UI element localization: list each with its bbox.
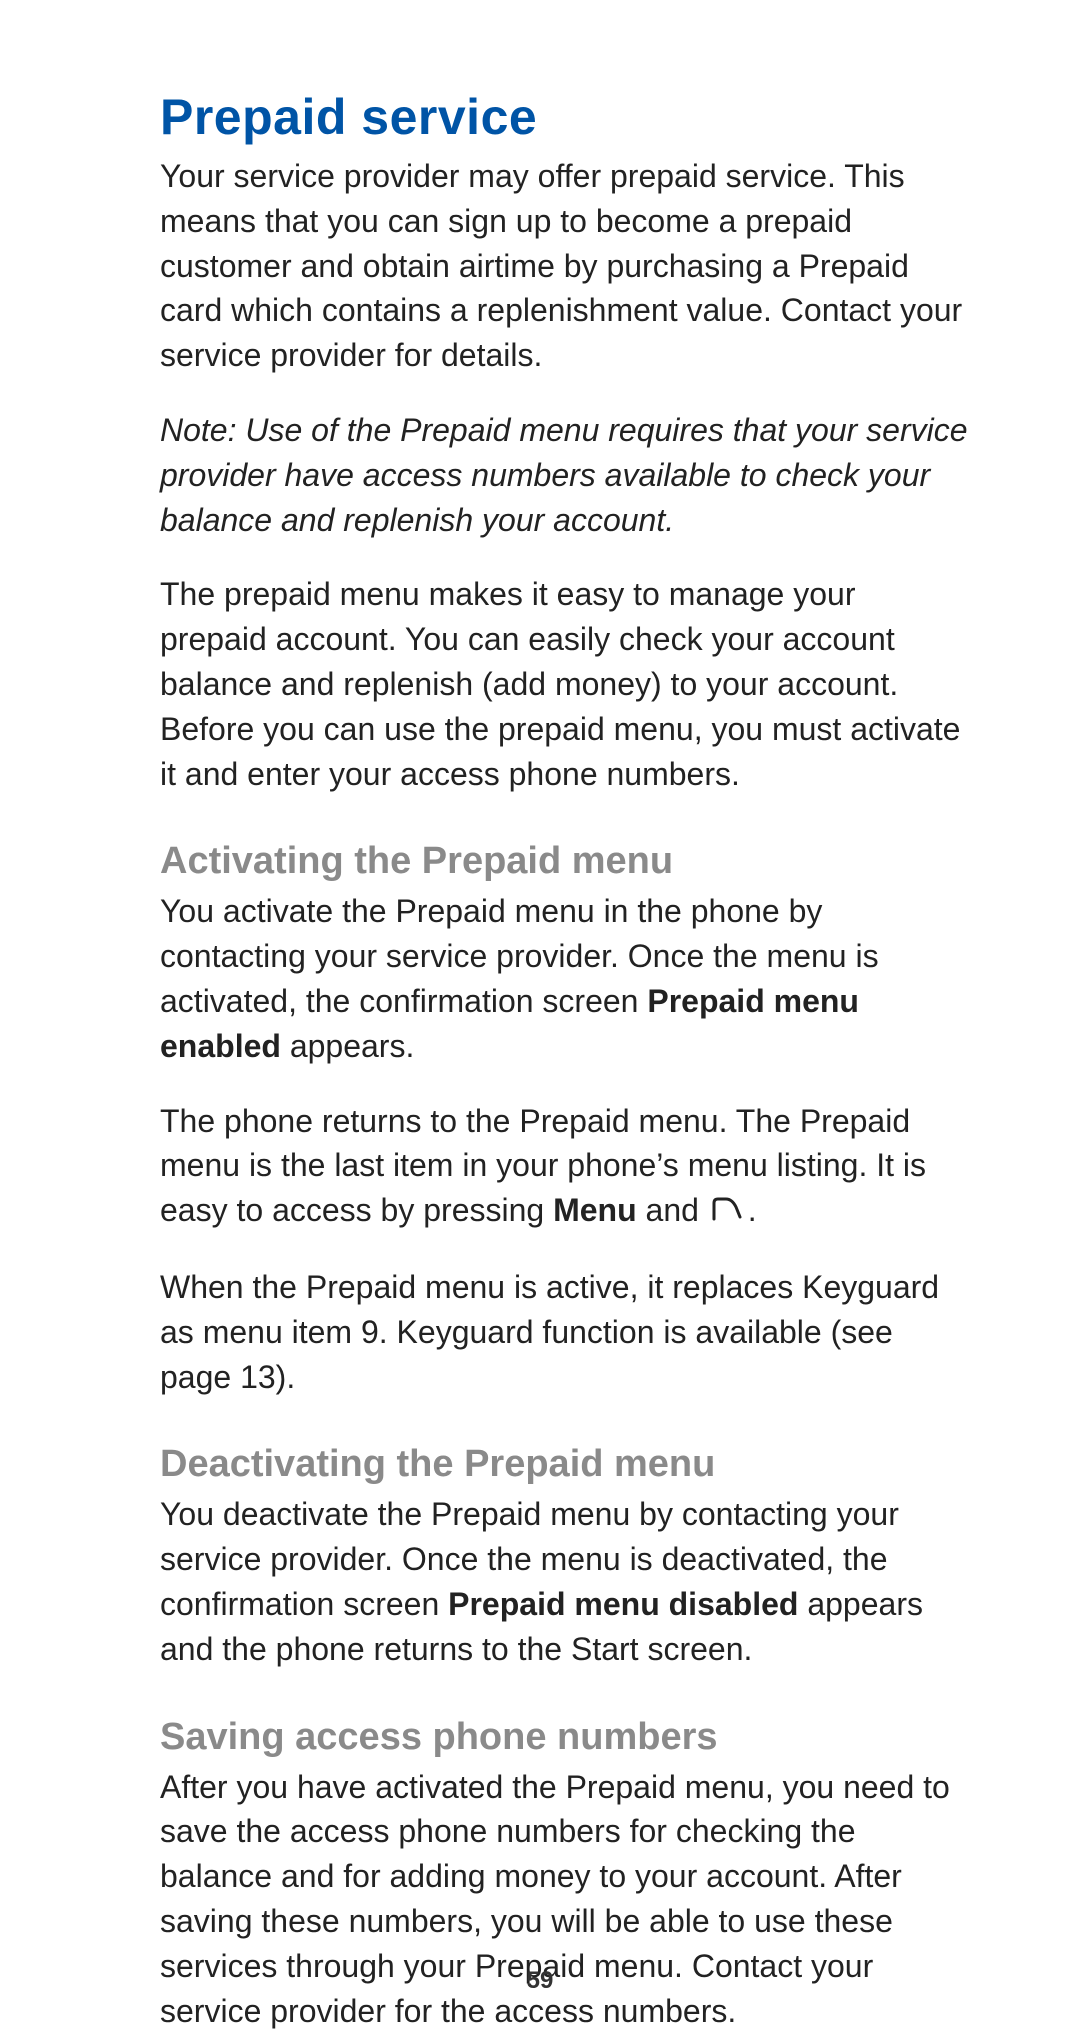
text: . [748,1192,757,1228]
activating-p1: You activate the Prepaid menu in the pho… [160,889,968,1068]
bold-text: Prepaid menu disabled [448,1586,798,1622]
heading-activating: Activating the Prepaid menu [160,840,968,883]
text: and [637,1192,708,1228]
deactivating-p1: You deactivate the Prepaid menu by conta… [160,1492,968,1671]
text: appears. [281,1028,414,1064]
heading-deactivating: Deactivating the Prepaid menu [160,1443,968,1486]
activating-p2: The phone returns to the Prepaid menu. T… [160,1099,968,1236]
overview-paragraph: The prepaid menu makes it easy to manage… [160,572,968,796]
page-title: Prepaid service [160,88,968,146]
heading-saving: Saving access phone numbers [160,1716,968,1759]
page-number: 59 [0,1967,1080,1995]
intro-paragraph: Your service provider may offer prepaid … [160,154,968,378]
note-paragraph: Note: Use of the Prepaid menu requires t… [160,408,968,542]
up-arrow-icon [712,1190,744,1235]
document-page: Prepaid service Your service provider ma… [0,0,1080,2039]
bold-text: Menu [553,1192,637,1228]
activating-p3: When the Prepaid menu is active, it repl… [160,1265,968,1399]
text: The phone returns to the Prepaid menu. T… [160,1103,926,1229]
